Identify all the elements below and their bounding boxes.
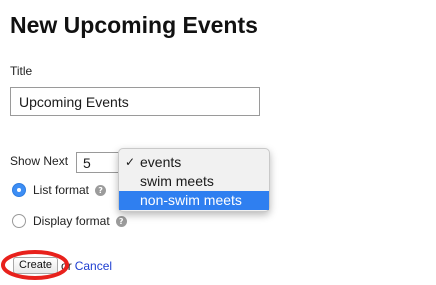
title-input[interactable] — [10, 87, 260, 116]
menu-item-non-swim-meets[interactable]: non-swim meets — [119, 191, 269, 210]
cancel-link[interactable]: Cancel — [75, 259, 112, 273]
create-button[interactable]: Create — [13, 257, 59, 274]
title-field-label: Title — [10, 64, 33, 78]
question-circle-icon[interactable]: ? — [95, 184, 107, 196]
display-format-option[interactable]: Display format ? — [12, 214, 127, 228]
menu-item-events[interactable]: ✓ events — [119, 153, 269, 172]
list-format-option[interactable]: List format ? — [12, 183, 107, 197]
menu-item-label: non-swim meets — [140, 192, 242, 208]
menu-item-label: swim meets — [140, 173, 214, 189]
display-format-radio[interactable] — [12, 214, 26, 228]
checkmark-icon: ✓ — [125, 155, 136, 169]
list-format-label: List format — [33, 183, 90, 197]
menu-item-label: events — [140, 154, 182, 170]
or-text: or — [61, 258, 72, 273]
page-title: New Upcoming Events — [10, 12, 258, 38]
menu-item-swim-meets[interactable]: swim meets — [119, 172, 269, 191]
list-format-radio[interactable] — [12, 183, 26, 197]
question-circle-icon[interactable]: ? — [115, 215, 127, 227]
form-actions: Create or Cancel — [13, 257, 112, 274]
category-dropdown-menu[interactable]: ✓ events swim meets non-swim meets — [118, 148, 270, 212]
show-next-count-input[interactable] — [76, 152, 120, 173]
display-format-label: Display format — [33, 214, 110, 228]
show-next-label: Show Next — [10, 154, 69, 168]
